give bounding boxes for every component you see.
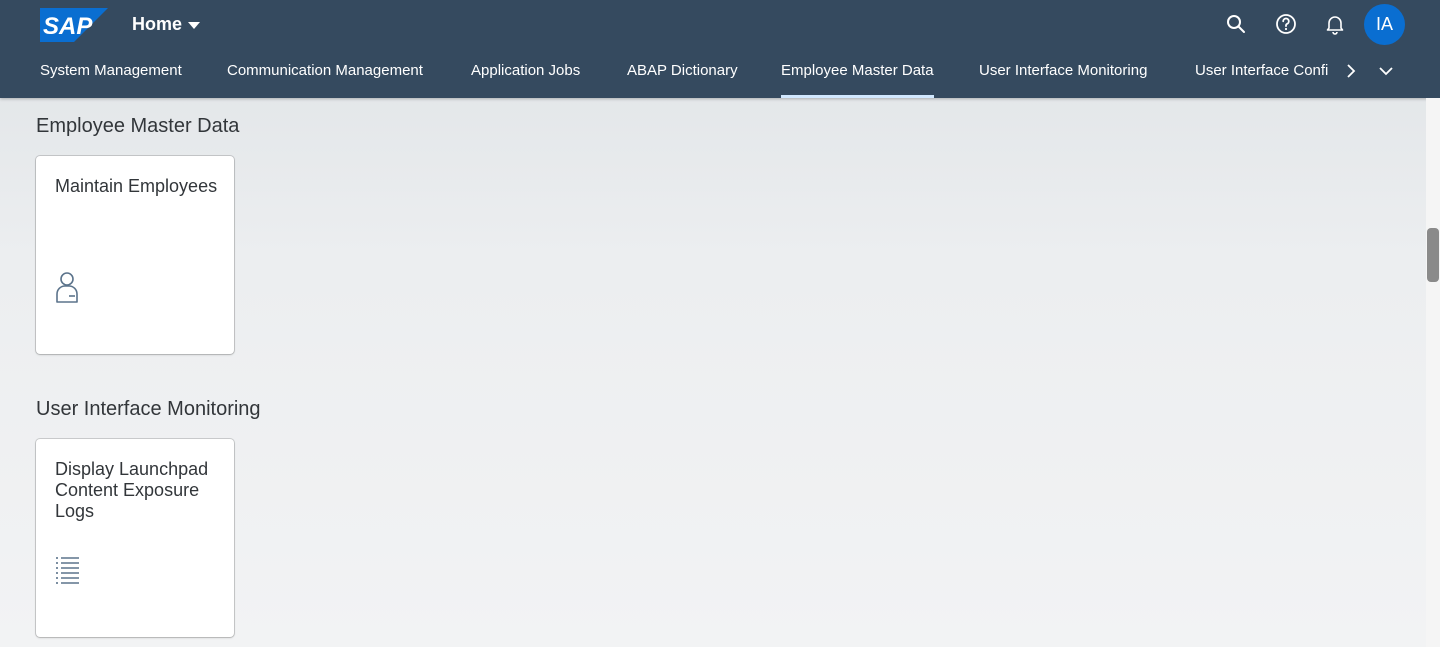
- tab-bar: System Management Communication Manageme…: [0, 50, 1440, 98]
- section-title-user-interface-monitoring: User Interface Monitoring: [36, 398, 261, 420]
- list-icon: [56, 557, 79, 584]
- employee-icon: [56, 272, 78, 303]
- tab-user-interface-configuration[interactable]: User Interface Confi: [1195, 50, 1335, 98]
- search-icon[interactable]: [1224, 12, 1248, 36]
- vertical-scrollbar[interactable]: [1426, 98, 1440, 647]
- tile-display-launchpad-content-exposure-logs[interactable]: Display Launchpad Content Exposure Logs: [36, 439, 234, 637]
- tab-communication-management[interactable]: Communication Management: [227, 50, 423, 98]
- shell-header: SAP Home IA System Management Communicat…: [0, 0, 1440, 98]
- bell-icon[interactable]: [1323, 12, 1347, 36]
- section-title-employee-master-data: Employee Master Data: [36, 115, 240, 137]
- tab-user-interface-monitoring[interactable]: User Interface Monitoring: [979, 50, 1147, 98]
- chevron-down-icon[interactable]: [1377, 62, 1395, 80]
- tab-employee-master-data[interactable]: Employee Master Data: [781, 50, 934, 98]
- tab-application-jobs[interactable]: Application Jobs: [471, 50, 580, 98]
- caret-down-icon: [188, 21, 201, 29]
- sap-logo[interactable]: SAP: [40, 8, 108, 42]
- svg-text:SAP: SAP: [43, 13, 93, 40]
- help-icon[interactable]: [1274, 12, 1298, 36]
- tab-system-management[interactable]: System Management: [40, 50, 182, 98]
- tile-maintain-employees[interactable]: Maintain Employees: [36, 156, 234, 354]
- chevron-right-icon[interactable]: [1342, 62, 1360, 80]
- tile-title: Maintain Employees: [55, 176, 218, 196]
- scrollbar-thumb[interactable]: [1427, 228, 1439, 282]
- home-menu-button[interactable]: Home: [132, 12, 201, 36]
- user-avatar[interactable]: IA: [1364, 4, 1405, 45]
- tab-abap-dictionary[interactable]: ABAP Dictionary: [627, 50, 738, 98]
- tile-title: Display Launchpad Content Exposure Logs: [55, 459, 209, 521]
- home-label: Home: [132, 13, 183, 34]
